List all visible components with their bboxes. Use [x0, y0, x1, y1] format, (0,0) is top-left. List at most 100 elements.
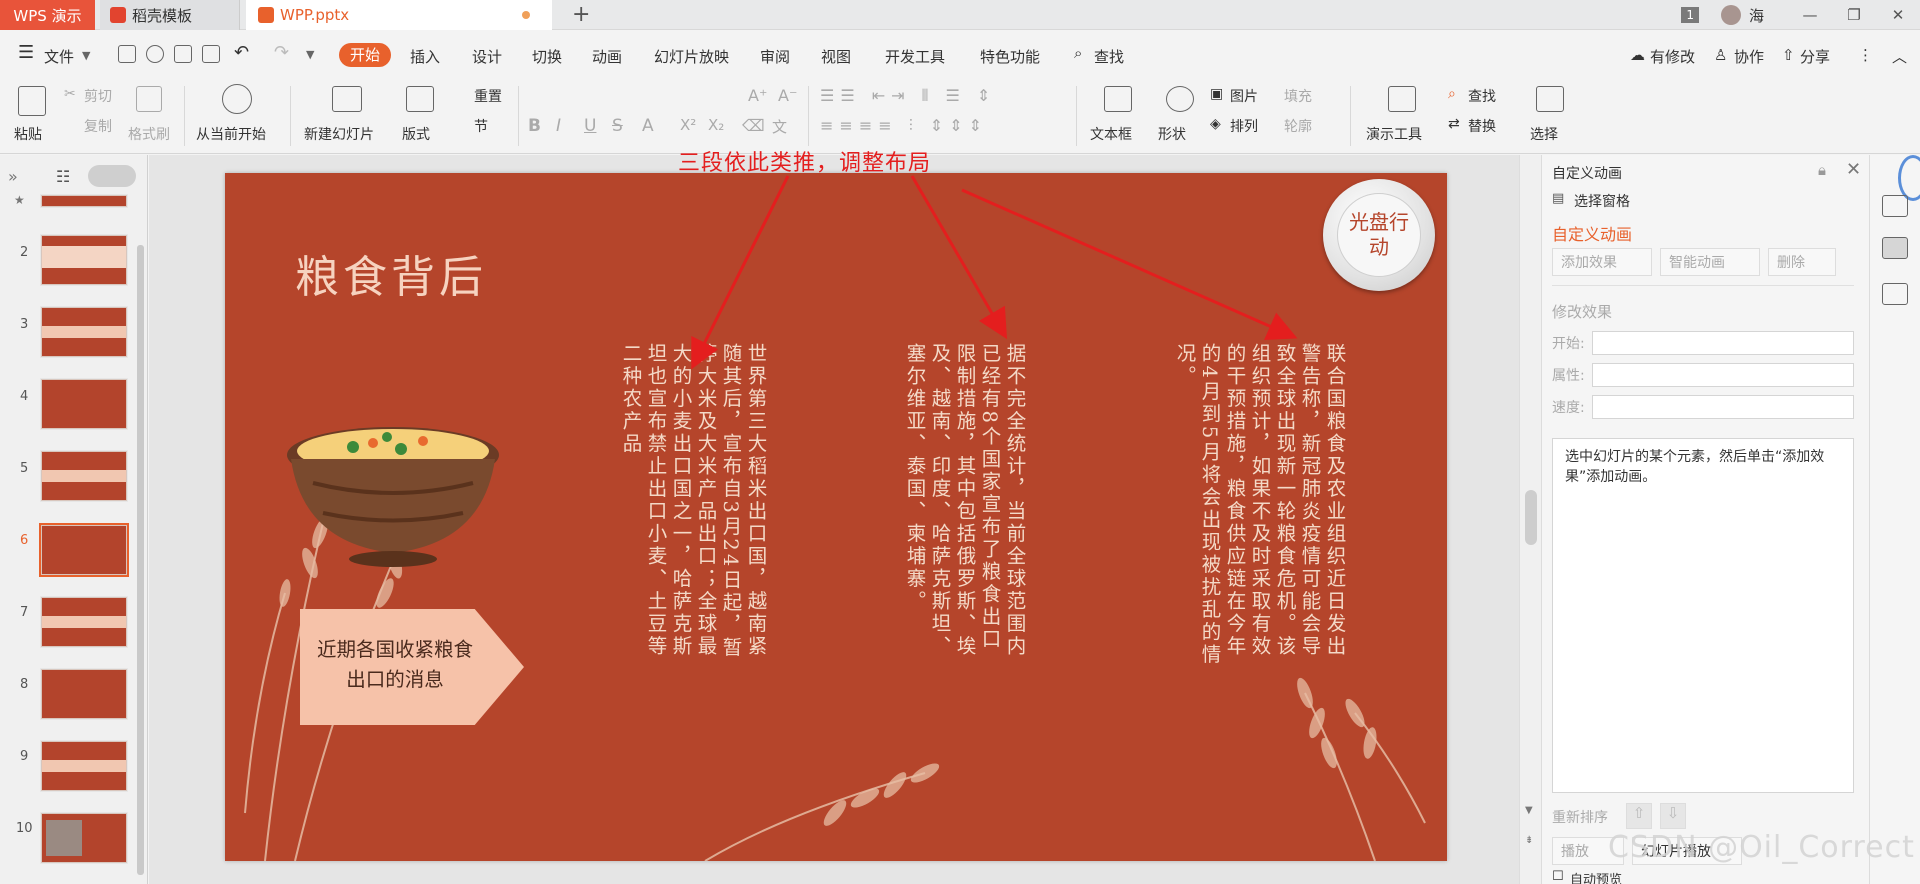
outline-view-icon[interactable]: ☷	[56, 167, 70, 186]
fill-button[interactable]: 填充	[1284, 86, 1312, 106]
from-current-button[interactable]: 从当前开始	[196, 124, 266, 144]
move-down-icon[interactable]: ⇩	[1660, 803, 1686, 829]
print-icon[interactable]	[174, 45, 192, 63]
outline-button[interactable]: 轮廓	[1284, 116, 1312, 136]
paragraph-tools-icon[interactable]: ☰☰ ⇤⇥ ⫴ ☰ ⇕	[820, 86, 996, 106]
collaborate-button[interactable]: 协作	[1734, 46, 1764, 67]
transition-icon[interactable]	[1882, 283, 1908, 305]
animation-list-box[interactable]: 选中幻灯片的某个元素，然后单击“添加效果”添加动画。	[1552, 438, 1854, 793]
next-page-icon[interactable]: ⇟	[1525, 835, 1533, 846]
animation-star-icon[interactable]	[1882, 237, 1908, 259]
share-button[interactable]: 分享	[1800, 46, 1830, 67]
text-column-3[interactable]: 联合国粮食及农业组织近日发出警告称，新冠肺炎疫情可能会导致全球出现新一轮粮食危机…	[1172, 343, 1347, 673]
thumbnail-3[interactable]	[41, 307, 127, 357]
increase-font-icon[interactable]: A⁺	[748, 86, 767, 105]
format-painter-button[interactable]: 格式刷	[128, 124, 170, 144]
minimize-icon[interactable]: —	[1788, 6, 1832, 24]
thumbnail-scrollbar[interactable]	[137, 245, 144, 875]
property-select[interactable]	[1592, 363, 1854, 387]
start-select[interactable]	[1592, 331, 1854, 355]
save-icon[interactable]	[118, 45, 136, 63]
text-box-button[interactable]: 文本框	[1090, 124, 1132, 144]
thumbnail-8[interactable]	[41, 669, 127, 719]
thumbnail-6-active[interactable]	[41, 525, 127, 575]
user-name[interactable]: 海	[1749, 5, 1764, 26]
slide[interactable]: 粮食背后 近期各国收紧粮食出口的消息 世界第三大稻米出口国，越南紧随其后，宣布自…	[225, 173, 1447, 861]
find-button[interactable]: 查找	[1468, 86, 1496, 106]
close-pane-icon[interactable]: ✕	[1846, 159, 1861, 180]
selection-pane-link[interactable]: 选择窗格	[1574, 191, 1630, 211]
paste-icon[interactable]	[18, 86, 46, 116]
font-color-icon[interactable]: A	[642, 116, 654, 136]
redo-icon[interactable]: ↷	[274, 42, 289, 63]
badge-circle[interactable]: 光盘行动	[1323, 179, 1435, 291]
thumbnail-5[interactable]	[41, 451, 127, 501]
hamburger-icon[interactable]: ☰	[18, 42, 34, 63]
tab-wps-app[interactable]: WPS 演示	[0, 0, 95, 30]
menu-features[interactable]: 特色功能	[980, 46, 1040, 67]
menu-insert[interactable]: 插入	[410, 46, 440, 67]
menu-slideshow[interactable]: 幻灯片放映	[654, 46, 729, 67]
cut-button[interactable]: 剪切	[84, 86, 112, 106]
picture-button[interactable]: 图片	[1230, 86, 1258, 106]
lock-icon[interactable]: 🔒︎	[1818, 161, 1826, 179]
delete-button[interactable]: 删除	[1768, 248, 1836, 276]
auto-preview-checkbox[interactable]: ☐	[1552, 869, 1564, 884]
new-tab-plus-icon[interactable]: +	[572, 2, 590, 27]
scroll-down-icon[interactable]: ▼	[1525, 805, 1533, 816]
align-tools-icon[interactable]: ≡≡≡≡ ⫶ ⇕⇕⇕	[820, 116, 988, 136]
menu-start[interactable]: 开始	[339, 43, 391, 67]
window-count-badge[interactable]: 1	[1681, 7, 1699, 23]
reset-button[interactable]: 重置	[474, 86, 502, 106]
restore-icon[interactable]: ❐	[1832, 6, 1876, 24]
tab-template[interactable]: 稻壳模板	[100, 0, 240, 30]
more-options-icon[interactable]: ⋮	[1858, 46, 1873, 64]
slide-title[interactable]: 粮食背后	[295, 241, 487, 305]
section-button[interactable]: 节	[474, 116, 488, 136]
close-icon[interactable]: ✕	[1876, 6, 1920, 24]
collapse-ribbon-icon[interactable]: ︿	[1892, 46, 1907, 67]
canvas-scrollbar[interactable]: ▼ ⇟	[1519, 155, 1541, 884]
pane-title[interactable]: 自定义动画	[1552, 163, 1622, 183]
menu-file[interactable]: 文件	[44, 46, 74, 67]
thumbnail-2[interactable]	[41, 235, 127, 285]
quick-access-more-icon[interactable]: ▼	[306, 48, 314, 61]
add-effect-button[interactable]: 添加效果	[1552, 248, 1652, 276]
paste-button[interactable]: 粘贴	[14, 124, 42, 144]
shape-button[interactable]: 形状	[1158, 124, 1186, 144]
strikethrough-icon[interactable]: S	[612, 116, 623, 136]
text-column-2[interactable]: 据不完全统计，当前全球范围内已经有8个国家宣布了粮食出口限制措施，其中包括俄罗斯…	[902, 343, 1027, 673]
layout-button[interactable]: 版式	[402, 124, 430, 144]
menu-transition[interactable]: 切换	[532, 46, 562, 67]
avatar[interactable]	[1720, 5, 1741, 25]
menu-design[interactable]: 设计	[472, 46, 502, 67]
export-icon[interactable]	[146, 45, 164, 63]
arrange-button[interactable]: 排列	[1230, 116, 1258, 136]
menu-animation[interactable]: 动画	[592, 46, 622, 67]
properties-icon[interactable]	[1882, 195, 1908, 217]
modified-status[interactable]: 有修改	[1650, 46, 1695, 67]
bold-icon[interactable]: B	[528, 116, 541, 136]
copy-button[interactable]: 复制	[84, 116, 112, 136]
search-icon[interactable]: ⌕	[1074, 44, 1082, 62]
print-preview-icon[interactable]	[202, 45, 220, 63]
new-slide-button[interactable]: 新建幻灯片	[304, 124, 374, 144]
menu-view[interactable]: 视图	[821, 46, 851, 67]
speed-select[interactable]	[1592, 395, 1854, 419]
thumbnail-7[interactable]	[41, 597, 127, 647]
italic-icon[interactable]: I	[556, 116, 561, 136]
superscript-icon[interactable]: X²	[680, 116, 696, 134]
thumbnail-9[interactable]	[41, 741, 127, 791]
menu-search[interactable]: 查找	[1094, 46, 1124, 67]
select-button[interactable]: 选择	[1530, 124, 1558, 144]
replace-button[interactable]: 替换	[1468, 116, 1496, 136]
underline-icon[interactable]: U	[584, 116, 596, 136]
text-column-1[interactable]: 世界第三大稻米出口国，越南紧随其后，宣布自3月24日起，暂停大米及大米产品出口；…	[618, 343, 768, 673]
subscript-icon[interactable]: X₂	[708, 116, 724, 134]
thumbnail-1[interactable]	[41, 195, 127, 207]
callout-text[interactable]: 近期各国收紧粮食出口的消息	[310, 635, 480, 695]
thumbnail-4[interactable]	[41, 379, 127, 429]
menu-developer[interactable]: 开发工具	[885, 46, 945, 67]
undo-icon[interactable]: ↶	[234, 42, 249, 63]
text-effect-icon[interactable]: 文	[772, 116, 787, 137]
